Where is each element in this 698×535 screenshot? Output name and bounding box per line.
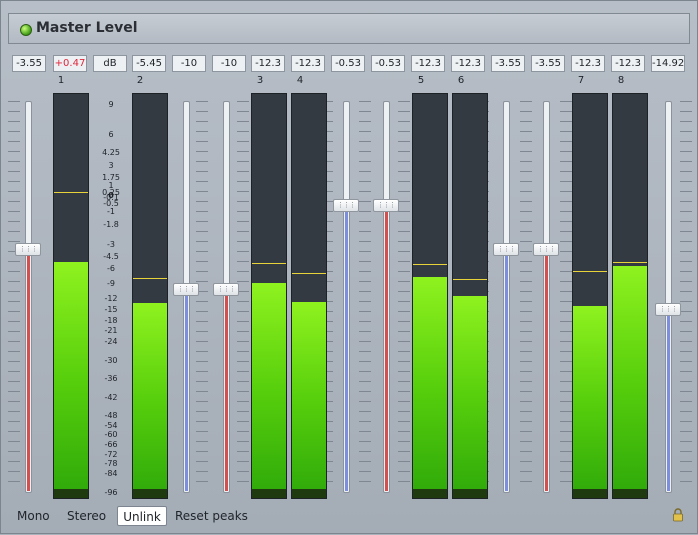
- level-meter: [412, 93, 448, 499]
- db-scale-label: -18: [104, 315, 118, 325]
- db-scale-label: 4.25: [102, 148, 120, 158]
- db-scale-label: -72: [104, 449, 118, 459]
- peak-indicator: [252, 262, 286, 264]
- fader-knob[interactable]: ⋮⋮⋮: [213, 283, 239, 296]
- fader-knob[interactable]: ⋮⋮⋮: [493, 243, 519, 257]
- peak-indicator: [573, 271, 607, 272]
- tick-scale: [680, 101, 692, 497]
- fader-knob[interactable]: ⋮⋮⋮: [533, 243, 559, 257]
- fader-knob[interactable]: ⋮⋮⋮: [173, 283, 199, 296]
- master-level-panel: Master Level -3.55 +0.47 dB -5.45 -10 -10 -12.…: [0, 0, 698, 534]
- db-scale-label: -48: [104, 411, 118, 420]
- db-scale-label: -78: [104, 459, 118, 469]
- fader-knob[interactable]: ⋮⋮⋮: [333, 198, 359, 212]
- db-scale-label: 6: [108, 130, 114, 140]
- db-scale-label: -30: [104, 355, 118, 365]
- meter-fill: [573, 306, 607, 498]
- db-scale-label: -4.5: [103, 252, 119, 261]
- db-scale-label: -12: [104, 294, 118, 303]
- meter-floor: [133, 489, 167, 498]
- level-meter: [251, 93, 287, 499]
- level-meter: [572, 93, 608, 499]
- tick-scale: [359, 101, 371, 497]
- db-scale-label: -36: [104, 374, 118, 383]
- level-meter: [132, 93, 168, 499]
- level-meter: [612, 93, 648, 499]
- fader-fill: [225, 290, 228, 491]
- tick-scale: [196, 101, 208, 497]
- db-scale-label: -24: [104, 337, 118, 346]
- fader-fill: [505, 250, 508, 491]
- meter-fill: [413, 277, 447, 498]
- meter-fill: [292, 302, 326, 498]
- unlink-button[interactable]: Unlink: [117, 506, 167, 526]
- peak-indicator: [54, 192, 88, 194]
- peak-indicator: [292, 272, 326, 274]
- fader-knob[interactable]: ⋮⋮⋮: [655, 303, 681, 317]
- mono-button[interactable]: Mono: [17, 506, 50, 526]
- db-scale-label: -15: [104, 304, 118, 314]
- meter-fill: [613, 266, 647, 498]
- fader-track[interactable]: [25, 101, 32, 493]
- reset-peaks-button[interactable]: Reset peaks: [175, 506, 248, 526]
- db-scale-label: -1.8: [103, 220, 119, 230]
- tick-scale: [398, 101, 410, 497]
- db-scale-label: -42: [104, 392, 118, 402]
- fader-track[interactable]: [665, 101, 672, 493]
- stereo-button[interactable]: Stereo: [67, 506, 106, 526]
- fader-track[interactable]: [543, 101, 550, 493]
- fader-track[interactable]: [343, 101, 350, 493]
- meter-floor: [292, 489, 326, 498]
- fader-track[interactable]: [383, 101, 390, 493]
- level-meter: [53, 93, 89, 499]
- fader-fill: [345, 205, 348, 491]
- tick-scale: [8, 101, 20, 497]
- peak-indicator: [413, 263, 447, 265]
- fader-fill: [385, 205, 388, 491]
- level-meter: [452, 93, 488, 499]
- level-meter: [291, 93, 327, 499]
- meter-floor: [573, 489, 607, 498]
- meter-floor: [252, 489, 286, 498]
- meter-fill: [54, 262, 88, 498]
- fader-fill: [27, 250, 30, 491]
- tick-scale: [237, 101, 249, 497]
- peak-indicator: [133, 277, 167, 279]
- fader-fill: [545, 250, 548, 491]
- meter-fill: [133, 302, 167, 498]
- db-scale-label: -66: [104, 439, 118, 449]
- meter-floor: [453, 489, 487, 498]
- db-scale-label: -9: [107, 279, 115, 288]
- db-scale-label: -60: [104, 430, 118, 440]
- mixer-area: 9 6 4.25 3 1.75 1 0.25 0 -0.1 -0.5 -1 -1.8 -3 -4.5 -6-…: [1, 1, 698, 535]
- fader-track[interactable]: [503, 101, 510, 493]
- tick-scale: [520, 101, 532, 497]
- fader-knob[interactable]: ⋮⋮⋮: [15, 243, 41, 257]
- meter-floor: [413, 489, 447, 498]
- fader-track[interactable]: [223, 101, 230, 493]
- db-scale-label: -84: [104, 468, 118, 478]
- db-scale-label: 3: [108, 160, 114, 170]
- meter-fill: [453, 296, 487, 498]
- fader-track[interactable]: [183, 101, 190, 493]
- lock-icon[interactable]: [672, 508, 684, 522]
- db-scale-label: -3: [107, 240, 115, 249]
- meter-floor: [613, 489, 647, 498]
- db-scale-label: -1: [107, 207, 115, 217]
- db-scale-label: -96: [104, 488, 118, 497]
- db-scale-label: -21: [104, 326, 118, 336]
- fader-knob[interactable]: ⋮⋮⋮: [373, 198, 399, 212]
- meter-floor: [54, 489, 88, 498]
- db-scale-label: -6: [107, 264, 115, 273]
- peak-indicator: [453, 279, 487, 280]
- db-scale-label: 9: [108, 100, 114, 109]
- db-scale-label: -54: [104, 420, 118, 430]
- meter-fill: [252, 282, 286, 498]
- peak-indicator: [613, 262, 647, 263]
- tick-scale: [560, 101, 572, 497]
- fader-fill: [185, 290, 188, 491]
- fader-fill: [667, 310, 670, 491]
